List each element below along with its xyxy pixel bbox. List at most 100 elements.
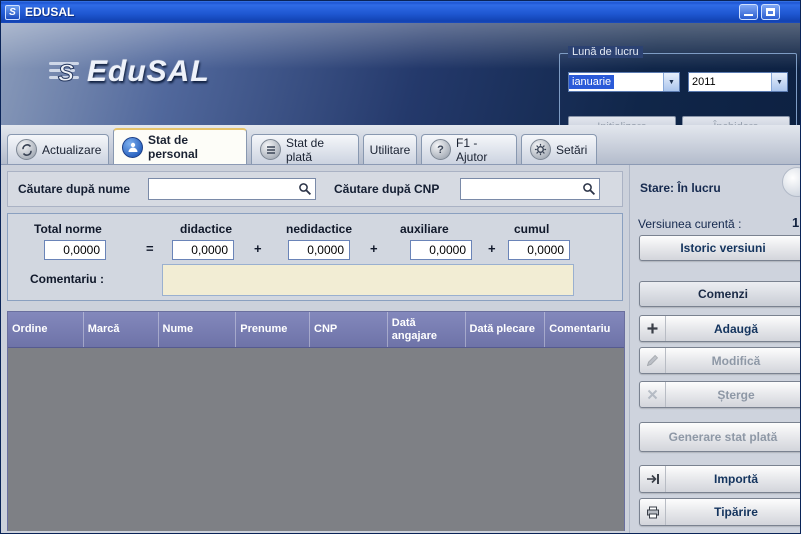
year-select[interactable]: 2011 ▼ [688,72,788,92]
year-selected-value: 2011 [689,75,719,89]
import-button[interactable]: Importă [639,465,801,493]
status-indicator [782,167,801,197]
button-label: Modifică [666,348,801,373]
button-label: Tipărire [666,499,801,525]
column-header-cnp[interactable]: CNP [310,312,388,347]
add-button[interactable]: Adaugă [639,315,801,342]
column-header-ordine[interactable]: Ordine [8,312,84,347]
cumul-value[interactable] [508,240,570,260]
month-select[interactable]: ianuarie ▼ [568,72,680,92]
tab-stat-de-personal[interactable]: Stat de personal [113,128,247,164]
commands-header-label: Comenzi [640,282,801,306]
comment-input[interactable] [162,264,574,296]
maximize-button[interactable] [761,4,780,20]
plus-icon [640,316,666,341]
month-selected-value: ianuarie [569,75,614,89]
column-header-prenume[interactable]: Prenume [236,312,310,347]
svg-text:S: S [58,60,74,87]
generate-paystate-button[interactable]: Generare stat plată [639,422,801,452]
person-icon [122,137,143,158]
column-header-data-plecare[interactable]: Dată plecare [466,312,546,347]
column-header-comentariu[interactable]: Comentariu [545,312,624,347]
header-banner: S EduSAL Lună de lucru ianuarie ▼ 2011 ▼… [1,23,801,125]
total-norme-value[interactable] [44,240,106,260]
logo-text: EduSAL [87,55,210,89]
didactice-value[interactable] [172,240,234,260]
tab-label: Actualizare [42,143,101,157]
search-icon[interactable] [579,182,599,196]
auxiliare-value[interactable] [410,240,472,260]
grid-body-empty [8,348,624,531]
search-name-input[interactable] [149,180,295,198]
tab-actualizare[interactable]: Actualizare [7,134,109,164]
column-header-marca[interactable]: Marcă [84,312,159,347]
version-value: 1 [792,215,799,230]
status-text: Stare: În lucru [640,181,721,195]
command-panel: Stare: În lucru Versiunea curentă : 1 Is… [629,165,801,534]
cumul-label: cumul [514,222,549,236]
maximize-icon [766,8,775,16]
plus-operator: + [370,241,378,256]
tab-label: F1 - Ajutor [456,136,508,164]
tab-ajutor[interactable]: ? F1 - Ajutor [421,134,517,164]
plus-operator: + [488,241,496,256]
gear-icon [530,139,551,160]
delete-button[interactable]: Șterge [639,381,801,408]
button-label: Adaugă [666,316,801,341]
column-header-data-angajare[interactable]: Dată angajare [388,312,466,347]
app-icon: S [5,5,20,20]
tab-utilitare[interactable]: Utilitare [363,134,417,164]
tab-label: Stat de plată [286,136,350,164]
modify-button[interactable]: Modifică [639,347,801,374]
printer-icon [640,499,666,525]
button-label: Istoric versiuni [640,236,801,260]
commands-header: Comenzi [639,281,801,307]
auxiliare-label: auxiliare [400,222,449,236]
app-logo: S EduSAL [49,55,210,89]
search-cnp-label: Căutare după CNP [334,182,439,196]
total-norme-label: Total norme [34,222,102,236]
tab-label: Utilitare [370,143,411,157]
window-title: EDUSAL [25,5,74,19]
app-window: S EDUSAL S EduSAL Lună de lucru ianuarie… [0,0,801,534]
grid-header: Ordine Marcă Nume Prenume CNP Dată angaj… [8,312,624,348]
minimize-icon [744,14,753,16]
title-bar: S EDUSAL [1,1,801,23]
button-label: Generare stat plată [640,423,801,451]
comment-label: Comentariu : [30,272,104,286]
minimize-button[interactable] [739,4,758,20]
totals-box: Total norme didactice nedidactice auxili… [7,213,623,301]
equals-operator: = [146,241,154,256]
didactice-label: didactice [180,222,232,236]
help-icon: ? [430,139,451,160]
list-icon [260,139,281,160]
sync-icon [16,139,37,160]
search-cnp-field [460,178,600,200]
x-icon [640,382,666,407]
chevron-down-icon[interactable]: ▼ [771,73,787,91]
search-icon[interactable] [295,182,315,196]
tab-label: Stat de personal [148,133,238,161]
print-button[interactable]: Tipărire [639,498,801,526]
search-cnp-input[interactable] [461,180,579,198]
personnel-grid: Ordine Marcă Nume Prenume CNP Dată angaj… [7,311,625,531]
nedidactice-value[interactable] [288,240,350,260]
tab-label: Setări [556,143,587,157]
pencil-icon [640,348,666,373]
search-row: Căutare după nume Căutare după CNP [7,171,623,207]
help-glyph: ? [437,144,444,156]
logo-emblem-icon: S [49,57,83,87]
import-arrow-icon [640,466,666,492]
button-label: Importă [666,466,801,492]
tab-setari[interactable]: Setări [521,134,597,164]
column-header-nume[interactable]: Nume [159,312,237,347]
search-name-field [148,178,316,200]
version-history-button[interactable]: Istoric versiuni [639,235,801,261]
version-label: Versiunea curentă : [638,217,741,231]
tab-stat-de-plata[interactable]: Stat de plată [251,134,359,164]
plus-operator: + [254,241,262,256]
button-label: Șterge [666,382,801,407]
search-name-label: Căutare după nume [18,182,130,196]
chevron-down-icon[interactable]: ▼ [663,73,679,91]
nedidactice-label: nedidactice [286,222,352,236]
